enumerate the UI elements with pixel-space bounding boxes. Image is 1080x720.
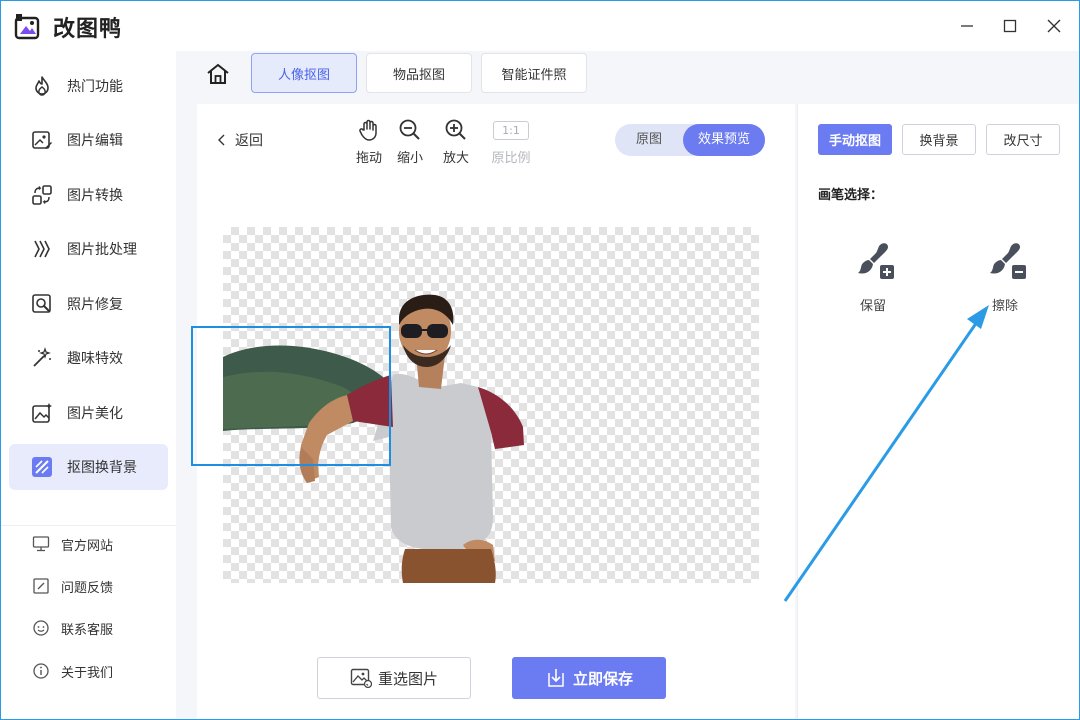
- close-button[interactable]: [1043, 15, 1065, 37]
- keep-brush-option[interactable]: 保留: [843, 239, 903, 314]
- close-icon: [1047, 19, 1061, 33]
- ratio-icon: 1:1: [493, 120, 529, 140]
- brush-plus-icon: [843, 239, 903, 285]
- monitor-icon: [31, 534, 51, 554]
- maximize-button[interactable]: [999, 15, 1021, 37]
- cutout-icon: [29, 454, 55, 480]
- change-background-button[interactable]: 换背景: [902, 124, 976, 155]
- toggle-preview[interactable]: 效果预览: [683, 124, 765, 156]
- back-link[interactable]: 返回: [215, 130, 263, 150]
- info-icon: [31, 661, 51, 681]
- flame-icon: [29, 73, 55, 99]
- brush-section-title: 画笔选择：: [818, 188, 884, 203]
- link-about[interactable]: 关于我们: [31, 659, 113, 683]
- beautify-icon: [29, 400, 55, 426]
- support-icon: [31, 618, 51, 638]
- download-icon: [545, 667, 567, 689]
- convert-icon: [29, 182, 55, 208]
- save-label: 立即保存: [572, 669, 633, 688]
- brush-minus-icon: [975, 239, 1035, 285]
- minimize-icon: [961, 25, 973, 27]
- keep-label: 保留: [859, 299, 886, 314]
- sidebar-item-hot[interactable]: 热门功能: [9, 63, 168, 109]
- image-edit-icon: [29, 127, 55, 153]
- photo-repair-icon: [29, 291, 55, 317]
- app-title: 改图鸭: [53, 17, 123, 42]
- sidebar-item-label: 图片美化: [67, 406, 123, 422]
- sidebar-item-effects[interactable]: 趣味特效: [9, 335, 168, 381]
- reselect-label: 重选图片: [377, 669, 438, 688]
- sidebar-divider: [1, 525, 176, 526]
- sidebar-item-beautify[interactable]: 图片美化: [9, 390, 168, 436]
- tab-object-cutout[interactable]: 物品抠图: [366, 53, 472, 93]
- home-button[interactable]: [205, 62, 231, 86]
- chevron-left-icon: [218, 134, 225, 146]
- drag-label: 拖动: [355, 151, 382, 166]
- erase-label: 擦除: [991, 299, 1018, 314]
- zoom-out-label: 缩小: [396, 151, 423, 166]
- link-label: 联系客服: [61, 622, 114, 638]
- zoom-in-tool[interactable]: 放大: [436, 117, 476, 166]
- minimize-button[interactable]: [956, 15, 978, 37]
- sidebar-item-edit[interactable]: 图片编辑: [9, 117, 168, 163]
- link-label: 官方网站: [61, 538, 114, 554]
- home-icon: [207, 63, 229, 84]
- zoom-out-icon: [390, 117, 430, 143]
- drag-tool[interactable]: 拖动: [349, 117, 389, 166]
- image-icon: [350, 667, 372, 689]
- zoom-out-tool[interactable]: 缩小: [390, 117, 430, 166]
- app-window: 改图鸭 热门功能 图片编辑 图片转换 图片批处理 照片修复 趣味特效 图片美化 …: [0, 0, 1080, 720]
- reselect-image-button[interactable]: 重选图片: [317, 657, 471, 699]
- zoom-in-label: 放大: [442, 151, 469, 166]
- sidebar-item-convert[interactable]: 图片转换: [9, 172, 168, 218]
- link-feedback[interactable]: 问题反馈: [31, 574, 113, 598]
- tab-portrait-cutout[interactable]: 人像抠图: [251, 53, 357, 93]
- maximize-icon: [1003, 19, 1017, 33]
- hand-icon: [349, 117, 389, 143]
- ratio-label: 原比例: [491, 151, 531, 166]
- magic-wand-icon: [29, 345, 55, 371]
- selection-box[interactable]: [191, 326, 391, 466]
- sidebar-item-label: 热门功能: [67, 79, 123, 95]
- link-official-site[interactable]: 官方网站: [31, 532, 113, 556]
- toggle-original[interactable]: 原图: [615, 124, 683, 156]
- tab-id-photo[interactable]: 智能证件照: [481, 53, 587, 93]
- sidebar: 热门功能 图片编辑 图片转换 图片批处理 照片修复 趣味特效 图片美化 抠图换背…: [1, 51, 176, 719]
- save-button[interactable]: 立即保存: [512, 657, 666, 699]
- sidebar-item-label: 图片编辑: [67, 133, 123, 149]
- sidebar-item-repair[interactable]: 照片修复: [9, 281, 168, 327]
- link-label: 问题反馈: [61, 580, 114, 596]
- zoom-in-icon: [436, 117, 476, 143]
- view-toggle: 原图 效果预览: [615, 124, 765, 156]
- title-bar: 改图鸭: [1, 1, 1079, 51]
- link-support[interactable]: 联系客服: [31, 616, 113, 640]
- sidebar-item-batch[interactable]: 图片批处理: [9, 226, 168, 272]
- erase-brush-option[interactable]: 擦除: [975, 239, 1035, 314]
- back-label: 返回: [235, 133, 263, 149]
- sidebar-item-label: 趣味特效: [67, 351, 123, 367]
- app-logo-icon: [14, 14, 40, 40]
- batch-icon: [29, 236, 55, 262]
- sidebar-item-label: 图片批处理: [67, 242, 137, 258]
- resize-button[interactable]: 改尺寸: [986, 124, 1060, 155]
- sidebar-item-label: 照片修复: [67, 297, 123, 313]
- feedback-icon: [31, 576, 51, 596]
- original-ratio-tool[interactable]: 1:1 原比例: [487, 117, 535, 166]
- sidebar-item-cutout[interactable]: 抠图换背景: [9, 444, 168, 490]
- link-label: 关于我们: [61, 665, 114, 681]
- sidebar-item-label: 抠图换背景: [67, 460, 137, 476]
- sidebar-item-label: 图片转换: [67, 188, 123, 204]
- manual-cutout-button[interactable]: 手动抠图: [818, 124, 892, 155]
